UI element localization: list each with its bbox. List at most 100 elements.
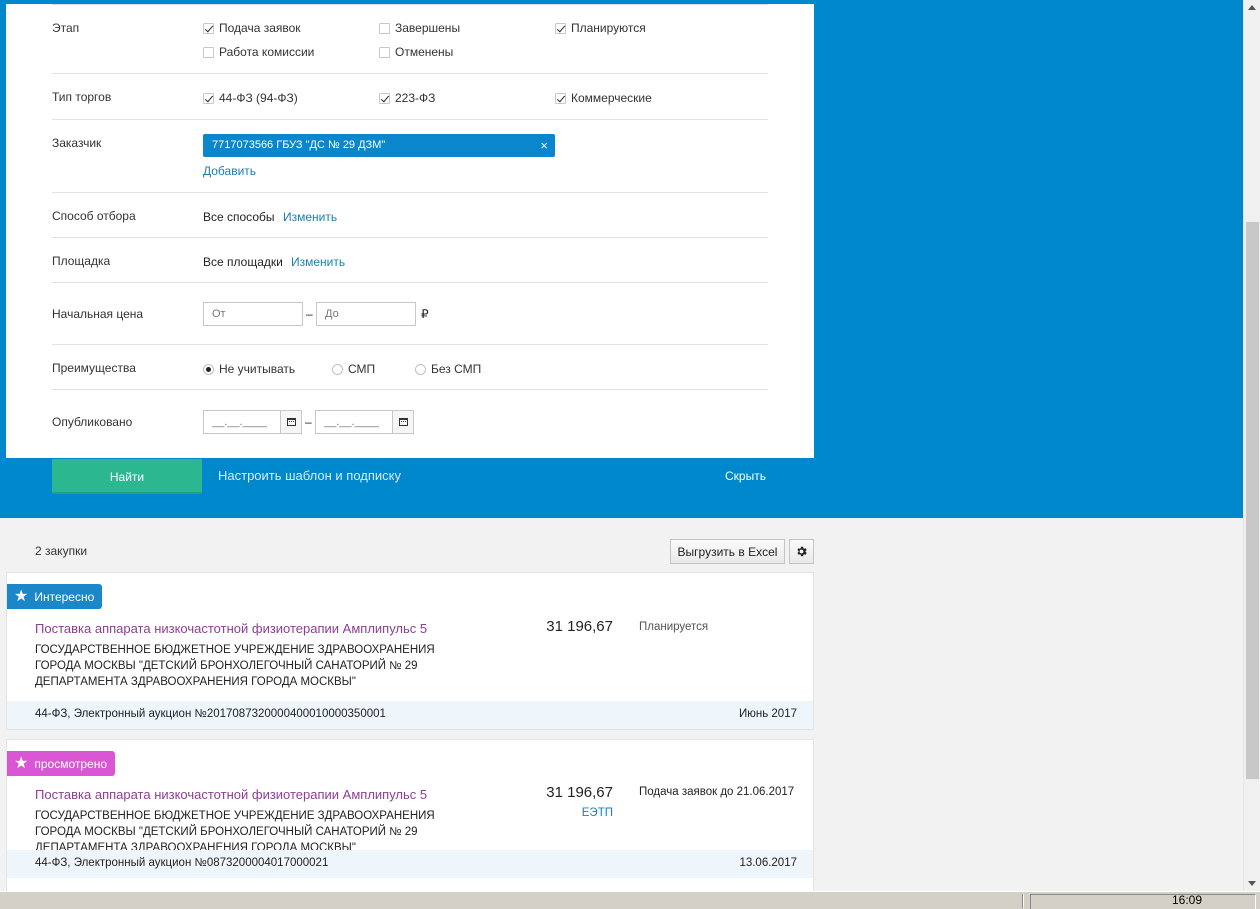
export-excel-button[interactable]: Выгрузить в Excel	[670, 539, 785, 564]
customer-chip-label: 7717073566 ГБУЗ "ДС № 29 ДЗМ"	[212, 139, 386, 151]
result-footer: 44-ФЗ, Электронный аукцион №087320000401…	[7, 850, 813, 878]
checkbox-box[interactable]	[555, 22, 566, 34]
checkbox-box[interactable]	[379, 22, 390, 34]
result-organization: ГОСУДАРСТВЕННОЕ БЮДЖЕТНОЕ УЧРЕЖДЕНИЕ ЗДР…	[35, 644, 435, 688]
checkbox-label: Отменены	[395, 45, 454, 59]
radio-circle[interactable]	[332, 363, 343, 375]
result-status: Подача заявок до 21.06.2017	[639, 786, 795, 798]
radio-circle[interactable]	[415, 363, 426, 375]
checkbox-box[interactable]	[379, 46, 390, 58]
radio-label: Без СМП	[431, 362, 482, 376]
configure-template-link[interactable]: Настроить шаблон и подписку	[218, 468, 401, 483]
checkbox-label: Коммерческие	[571, 91, 652, 105]
filter-row-tender-type: Тип торгов 44-ФЗ (94-ФЗ) 223-ФЗ Коммерче…	[52, 74, 768, 120]
advantages-radio-smp[interactable]: СМП	[332, 362, 375, 376]
checkbox-label: Подача заявок	[219, 21, 301, 35]
price-dash: –	[306, 307, 313, 321]
tender-type-label: Тип торгов	[52, 90, 112, 104]
radio-circle[interactable]	[203, 363, 214, 375]
status-badge[interactable]: ★ Интересно	[7, 584, 103, 609]
checkbox-box[interactable]	[203, 22, 214, 34]
taskbar-separator	[1022, 894, 1024, 908]
stage-checkbox-cancelled[interactable]: Отменены	[379, 45, 453, 59]
stage-checkbox-commission[interactable]: Работа комиссии	[203, 45, 314, 59]
radio-label: СМП	[348, 362, 376, 376]
add-customer-link[interactable]: Добавить	[203, 164, 256, 178]
tender-type-checkbox-223fz[interactable]: 223-ФЗ	[379, 91, 435, 105]
checkbox-label: Планируются	[571, 21, 646, 35]
stage-checkbox-applications[interactable]: Подача заявок	[203, 21, 301, 35]
vertical-scrollbar[interactable]	[1243, 0, 1260, 891]
advantages-radio-no-smp[interactable]: Без СМП	[415, 362, 481, 376]
result-platform-link[interactable]: ЕЭТП	[582, 807, 613, 819]
checkbox-label: Работа комиссии	[219, 45, 315, 59]
result-organization: ГОСУДАРСТВЕННОЕ БЮДЖЕТНОЕ УЧРЕЖДЕНИЕ ЗДР…	[35, 810, 435, 854]
advantages-radio-ignore[interactable]: Не учитывать	[203, 362, 295, 376]
platform-value: Все площадки	[203, 255, 283, 269]
platform-change-link[interactable]: Изменить	[291, 255, 345, 269]
system-tray	[1030, 894, 1256, 909]
checkbox-label: 44-ФЗ (94-ФЗ)	[219, 91, 298, 105]
stage-checkbox-completed[interactable]: Завершены	[379, 21, 460, 35]
calendar-icon	[398, 418, 408, 426]
published-dash: –	[305, 415, 312, 429]
filter-row-published: Опубликовано –	[52, 390, 768, 456]
result-price: 31 196,67	[546, 784, 613, 801]
result-procedure: 44-ФЗ, Электронный аукцион №087320000401…	[35, 857, 329, 869]
result-title-link[interactable]: Поставка аппарата низкочастотной физиоте…	[35, 787, 427, 802]
clock: 16:09	[1172, 893, 1203, 907]
checkbox-box[interactable]	[203, 92, 214, 104]
settings-button[interactable]	[789, 539, 814, 564]
calendar-from-button[interactable]	[280, 410, 302, 434]
selection-method-change-link[interactable]: Изменить	[283, 210, 337, 224]
scrollbar-thumb[interactable]	[1246, 222, 1259, 779]
platform-label: Площадка	[52, 254, 111, 268]
advantages-label: Преимущества	[52, 361, 136, 375]
result-footer: 44-ФЗ, Электронный аукцион №201708732000…	[7, 701, 813, 729]
selection-method-value: Все способы	[203, 210, 275, 224]
result-card[interactable]: ★ просмотрено Поставка аппарата низкочаст…	[6, 739, 814, 897]
filter-row-selection-method: Способ отбора Все способы Изменить	[52, 193, 768, 238]
filter-panel: Этап Подача заявок Завершены Планируются…	[6, 4, 814, 458]
star-icon: ★	[14, 587, 29, 605]
published-label: Опубликовано	[52, 415, 133, 429]
badge-label: просмотрено	[34, 756, 107, 771]
filter-row-stage: Этап Подача заявок Завершены Планируются…	[52, 4, 768, 74]
badge-label: Интересно	[34, 589, 95, 604]
status-badge[interactable]: ★ просмотрено	[7, 751, 115, 776]
result-price: 31 196,67	[546, 618, 613, 635]
price-to-input[interactable]	[316, 302, 416, 326]
currency-sign: ₽	[421, 307, 429, 321]
result-date: 13.06.2017	[739, 857, 797, 869]
published-to-input[interactable]	[315, 410, 393, 434]
checkbox-box[interactable]	[379, 92, 390, 104]
tender-type-checkbox-44fz[interactable]: 44-ФЗ (94-ФЗ)	[203, 91, 298, 105]
start-price-label: Начальная цена	[52, 307, 144, 321]
selection-method-label: Способ отбора	[52, 209, 136, 223]
filter-row-customer: Заказчик 7717073566 ГБУЗ "ДС № 29 ДЗМ" ×…	[52, 120, 768, 193]
result-card[interactable]: ★ Интересно Поставка аппарата низкочастот…	[6, 572, 814, 730]
checkbox-label: Завершены	[395, 21, 461, 35]
calendar-icon	[286, 418, 296, 426]
checkbox-box[interactable]	[203, 46, 214, 58]
customer-chip: 7717073566 ГБУЗ "ДС № 29 ДЗМ" ×	[203, 134, 555, 157]
calendar-to-button[interactable]	[392, 410, 414, 434]
scroll-down-icon[interactable]	[1248, 881, 1256, 886]
filter-row-advantages: Преимущества Не учитывать СМП Без СМП	[52, 345, 768, 390]
checkbox-label: 223-ФЗ	[395, 91, 436, 105]
checkbox-box[interactable]	[555, 92, 566, 104]
hide-filters-link[interactable]: Скрыть	[725, 469, 766, 483]
customer-label: Заказчик	[52, 136, 102, 150]
scroll-up-icon[interactable]	[1248, 5, 1256, 10]
close-icon[interactable]: ×	[540, 134, 548, 157]
published-from-input[interactable]	[203, 410, 281, 434]
result-procedure: 44-ФЗ, Электронный аукцион №201708732000…	[35, 708, 386, 720]
tender-type-checkbox-commercial[interactable]: Коммерческие	[555, 91, 652, 105]
result-title-link[interactable]: Поставка аппарата низкочастотной физиоте…	[35, 621, 427, 636]
price-from-input[interactable]	[203, 302, 303, 326]
results-count: 2 закупки	[35, 544, 88, 558]
star-icon: ★	[14, 754, 29, 772]
stage-checkbox-planned[interactable]: Планируются	[555, 21, 646, 35]
radio-label: Не учитывать	[219, 362, 296, 376]
find-button[interactable]: Найти	[52, 459, 202, 494]
